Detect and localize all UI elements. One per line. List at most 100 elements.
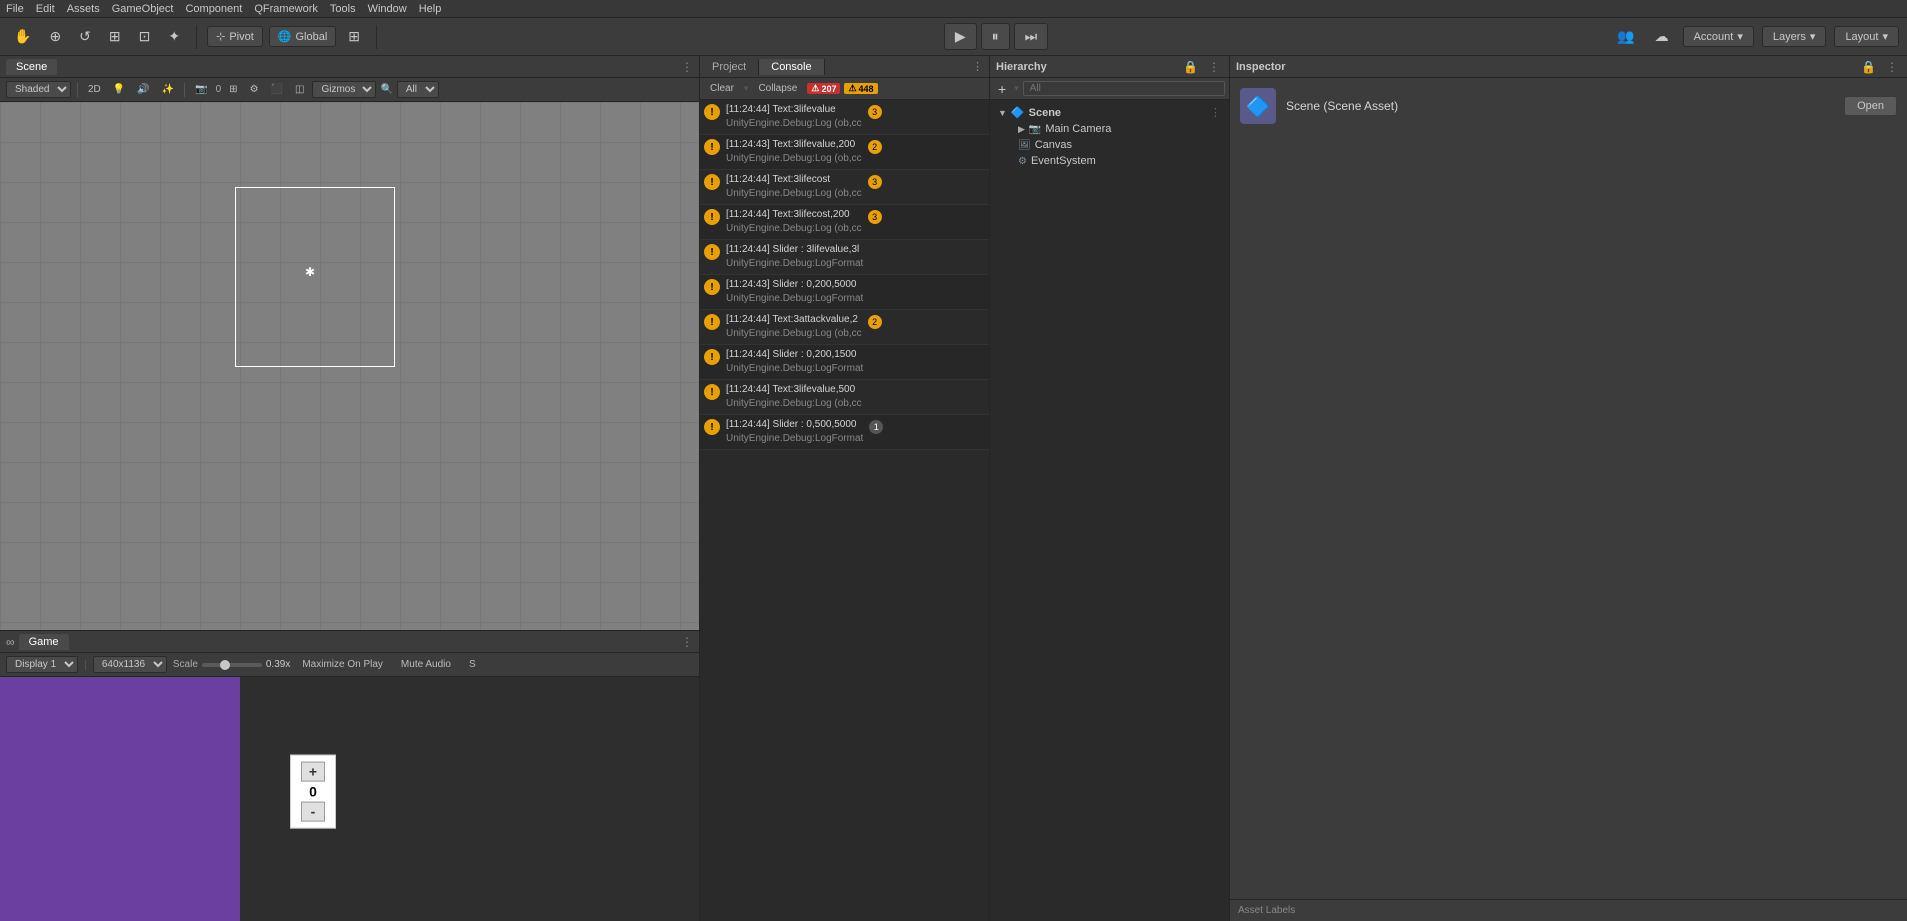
- scene-canvas[interactable]: ✱: [0, 102, 699, 630]
- menu-component[interactable]: Component: [185, 3, 242, 15]
- console-entry[interactable]: ![11:24:44] Text:3attackvalue,2UnityEngi…: [700, 310, 989, 345]
- shaded-dropdown[interactable]: Shaded: [6, 81, 71, 98]
- hierarchy-icons: 🔒 ⋮: [1180, 59, 1223, 75]
- hierarchy-add-chevron[interactable]: ▾: [1014, 83, 1019, 94]
- display-dropdown[interactable]: Display 1: [6, 656, 78, 673]
- hierarchy-item-eventsystem[interactable]: ⚙ EventSystem: [990, 153, 1229, 169]
- console-panel: Project Console ⋮ Clear ▾ Collapse ⚠ 207…: [700, 56, 990, 921]
- console-toolbar: Clear ▾ Collapse ⚠ 207 ⚠ 448: [700, 78, 989, 100]
- all-dropdown[interactable]: All: [397, 81, 439, 98]
- project-tab[interactable]: Project: [700, 59, 759, 75]
- console-tab[interactable]: Console: [759, 59, 824, 75]
- mute-audio-btn[interactable]: Mute Audio: [395, 658, 457, 671]
- layers-button[interactable]: Layers ▾: [1762, 26, 1827, 47]
- menu-edit[interactable]: Edit: [36, 3, 55, 15]
- scene-layout-btn[interactable]: ⬛: [267, 82, 287, 97]
- console-entry[interactable]: ![11:24:44] Slider : 3lifevalue,3lUnityE…: [700, 240, 989, 275]
- inspector-lock-icon[interactable]: 🔒: [1858, 59, 1879, 75]
- menu-assets[interactable]: Assets: [67, 3, 100, 15]
- console-entry[interactable]: ![11:24:43] Text:3lifevalue,200UnityEngi…: [700, 135, 989, 170]
- menu-tools[interactable]: Tools: [330, 3, 356, 15]
- scale-tool-button[interactable]: ⊞: [103, 24, 127, 49]
- menu-window[interactable]: Window: [368, 3, 407, 15]
- resolution-dropdown[interactable]: 640x1136: [93, 656, 167, 673]
- account-button[interactable]: Account ▾: [1683, 26, 1754, 47]
- scene-toolbar-sep-2: [184, 83, 185, 97]
- scene-pivot-handle[interactable]: ✱: [305, 267, 315, 277]
- maximize-on-play-btn[interactable]: Maximize On Play: [296, 658, 389, 671]
- asset-labels-bar: Asset Labels: [1230, 899, 1907, 921]
- hierarchy-search-input[interactable]: [1023, 81, 1225, 96]
- scene-grid-settings-btn[interactable]: ⚙: [246, 82, 263, 97]
- console-tab-menu-icon[interactable]: ⋮: [966, 60, 989, 73]
- counter-minus-btn[interactable]: -: [301, 802, 325, 822]
- cloud-icon-btn[interactable]: ☁: [1649, 24, 1675, 49]
- collab-icon-btn[interactable]: 👥: [1611, 24, 1640, 49]
- pause-button[interactable]: ⏸: [981, 23, 1010, 50]
- gizmos-dropdown[interactable]: Gizmos: [312, 81, 376, 98]
- layout-button[interactable]: Layout ▾: [1834, 26, 1899, 47]
- menu-help[interactable]: Help: [419, 3, 442, 15]
- asset-labels-text: Asset Labels: [1238, 905, 1295, 916]
- scene-light-btn[interactable]: 💡: [109, 82, 129, 97]
- scene-fx-btn[interactable]: ✨: [158, 82, 178, 97]
- scene-search-icon: 🔍: [380, 84, 392, 95]
- scene-tab[interactable]: Scene: [6, 59, 57, 75]
- stats-btn[interactable]: S: [463, 658, 482, 671]
- grid-button[interactable]: ⊞: [342, 24, 366, 49]
- hierarchy-scene-row[interactable]: ▼ 🔷 Scene ⋮: [990, 104, 1229, 121]
- scene-grid-btn[interactable]: ⊞: [225, 82, 241, 97]
- global-button[interactable]: 🌐 Global: [269, 26, 337, 47]
- pivot-button[interactable]: ⊹ Pivot: [207, 26, 263, 47]
- scene-node-label: Scene: [1029, 107, 1061, 119]
- entry-line2: UnityEngine.Debug:Log (ob,cc: [726, 397, 862, 411]
- hierarchy-item-canvas[interactable]: 🖼 Canvas: [990, 137, 1229, 153]
- entry-line1: [11:24:43] Text:3lifevalue,200: [726, 138, 862, 152]
- console-entry[interactable]: ![11:24:44] Text:3lifecostUnityEngine.De…: [700, 170, 989, 205]
- rotate-tool-button[interactable]: ↺: [73, 24, 97, 49]
- hierarchy-add-button[interactable]: +: [994, 80, 1010, 98]
- scale-slider-track[interactable]: [202, 663, 262, 667]
- open-scene-button[interactable]: Open: [1844, 96, 1897, 116]
- counter-plus-btn[interactable]: +: [301, 762, 325, 782]
- scene-audio-btn[interactable]: 🔊: [133, 82, 153, 97]
- game-counter-ui: + 0 -: [290, 755, 336, 829]
- console-entry[interactable]: ![11:24:44] Text:3lifevalue,500UnityEngi…: [700, 380, 989, 415]
- hierarchy-menu-icon[interactable]: ⋮: [1205, 59, 1223, 75]
- game-toolbar-sep: |: [84, 659, 87, 671]
- scene-more-icon[interactable]: ⋮: [1210, 106, 1221, 119]
- play-button[interactable]: ▶: [944, 23, 977, 50]
- entry-text: [11:24:44] Slider : 3lifevalue,3lUnityEn…: [726, 243, 863, 271]
- move-tool-button[interactable]: ⊕: [43, 24, 67, 49]
- inspector-menu-icon[interactable]: ⋮: [1883, 59, 1901, 75]
- game-toolbar: Display 1 | 640x1136 Scale 0.39x Maximiz…: [0, 653, 699, 677]
- transform-tool-button[interactable]: ✦: [162, 24, 186, 49]
- menu-file[interactable]: File: [6, 3, 24, 15]
- warning-icon: ⚠: [848, 83, 856, 94]
- console-entry[interactable]: ![11:24:44] Text:3lifecost,200UnityEngin…: [700, 205, 989, 240]
- rect-tool-button[interactable]: ⊡: [133, 24, 157, 49]
- toolbar-right: 👥 ☁ Account ▾ Layers ▾ Layout ▾: [1611, 24, 1899, 49]
- hierarchy-item-main-camera[interactable]: ▶ 📷 Main Camera: [990, 121, 1229, 137]
- console-entry[interactable]: ![11:24:44] Text:3lifevalueUnityEngine.D…: [700, 100, 989, 135]
- game-tab[interactable]: Game: [19, 634, 69, 650]
- scene-camera-btn[interactable]: 📷: [191, 82, 211, 97]
- console-entry[interactable]: ![11:24:43] Slider : 0,200,5000UnityEngi…: [700, 275, 989, 310]
- game-tab-menu-icon[interactable]: ⋮: [681, 635, 693, 649]
- collapse-button[interactable]: Collapse: [752, 82, 803, 95]
- hand-tool-button[interactable]: ✋: [8, 24, 37, 49]
- hierarchy-lock-icon[interactable]: 🔒: [1180, 59, 1201, 75]
- menu-gameobject[interactable]: GameObject: [112, 3, 174, 15]
- entry-line1: [11:24:44] Text:3lifecost: [726, 173, 862, 187]
- scene-aspect-btn[interactable]: ◫: [291, 82, 308, 97]
- clear-button[interactable]: Clear: [704, 82, 740, 95]
- scene-view: Scene ⋮ Shaded 2D 💡 🔊 ✨ 📷 0 ⊞ ⚙ ⬛ ◫: [0, 56, 699, 631]
- scale-slider-thumb[interactable]: [220, 660, 230, 670]
- scene-tab-menu-icon[interactable]: ⋮: [681, 60, 693, 74]
- console-entry[interactable]: ![11:24:44] Slider : 0,500,5000UnityEngi…: [700, 415, 989, 450]
- step-button[interactable]: ⏭: [1014, 23, 1049, 50]
- menu-qframework[interactable]: QFramework: [254, 3, 318, 15]
- clear-dropdown-arrow[interactable]: ▾: [744, 83, 749, 94]
- console-entry[interactable]: ![11:24:44] Slider : 0,200,1500UnityEngi…: [700, 345, 989, 380]
- 2d-button[interactable]: 2D: [84, 82, 105, 97]
